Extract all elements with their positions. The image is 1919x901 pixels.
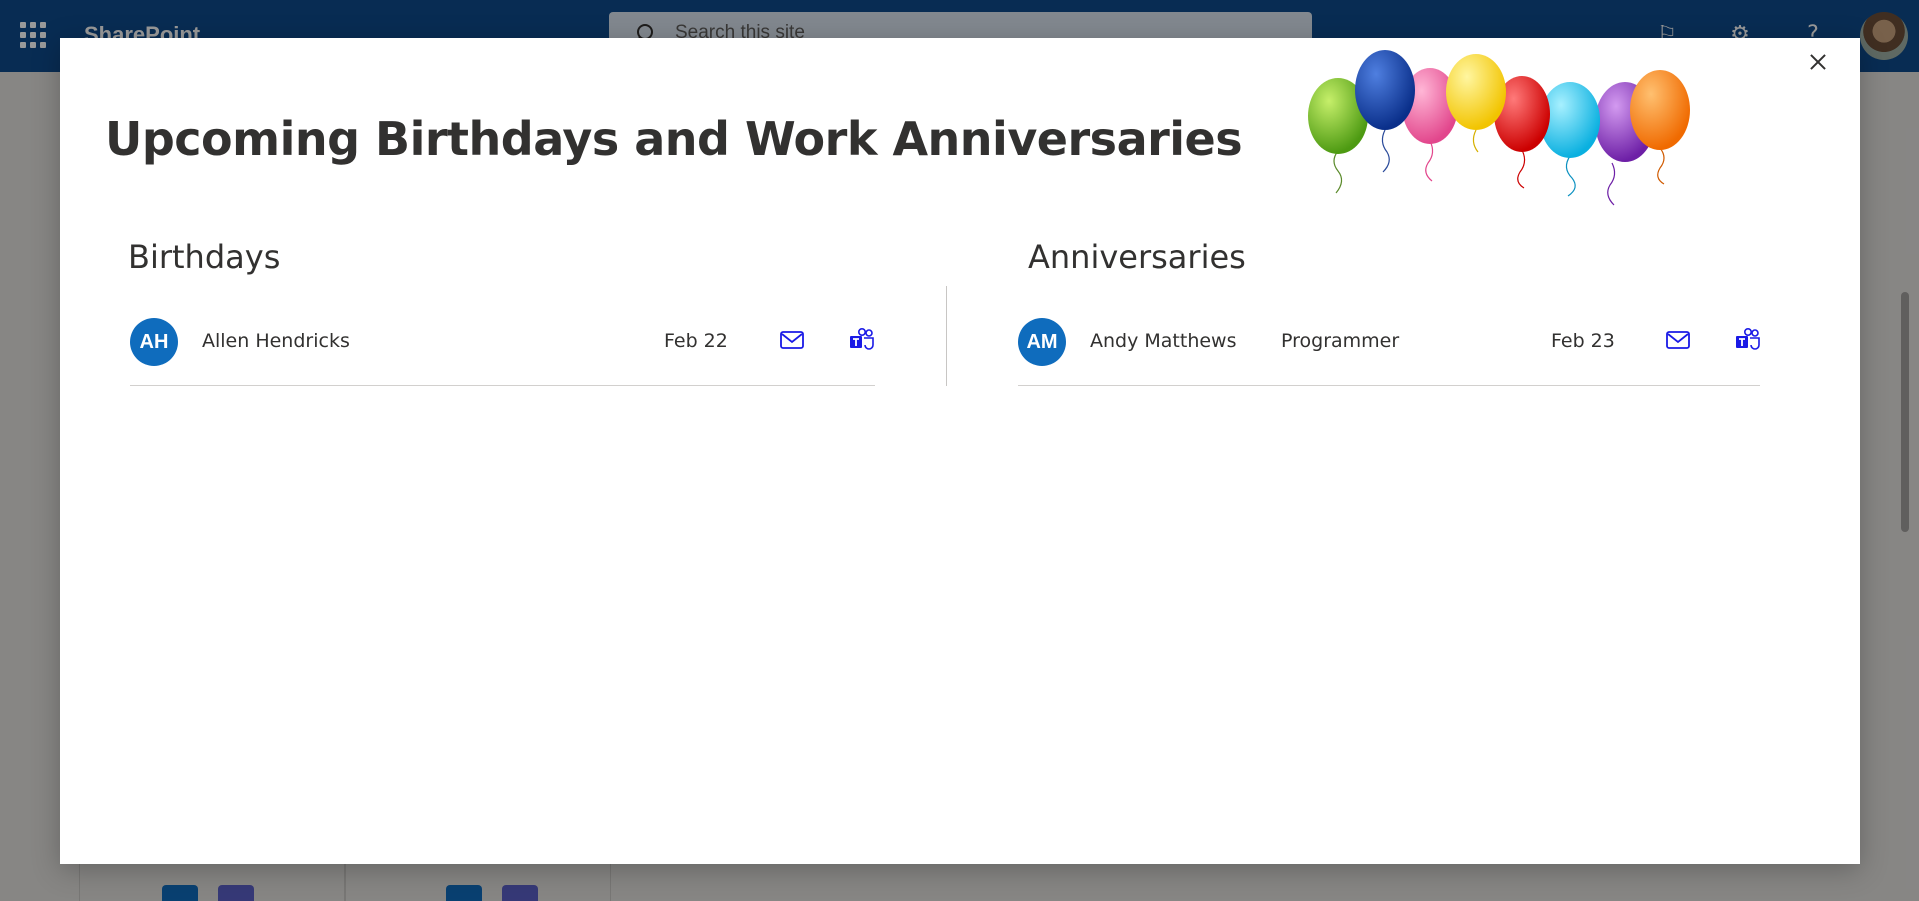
birthday-row: AH Allen Hendricks Feb 22 [130, 286, 875, 386]
teams-icon[interactable] [848, 328, 876, 352]
balloons-image [1308, 50, 1690, 206]
person-name: Allen Hendricks [202, 330, 350, 352]
anniversary-row: AM Andy Matthews Programmer Feb 23 [1018, 286, 1760, 386]
mail-icon[interactable] [778, 328, 806, 352]
avatar: AH [130, 318, 178, 366]
teams-icon[interactable] [1734, 328, 1762, 352]
anniversaries-heading: Anniversaries [1028, 238, 1246, 276]
job-title: Programmer [1281, 330, 1400, 352]
birthdays-anniversaries-dialog: Upcoming Birthdays and Work Anniversarie… [60, 38, 1860, 864]
section-divider [946, 286, 947, 386]
row-separator [130, 385, 875, 386]
person-name: Andy Matthews [1090, 330, 1237, 352]
close-icon[interactable] [1803, 47, 1833, 77]
birthday-date: Feb 22 [664, 330, 728, 352]
mail-icon[interactable] [1664, 328, 1692, 352]
dialog-title: Upcoming Birthdays and Work Anniversarie… [105, 112, 1243, 166]
avatar: AM [1018, 318, 1066, 366]
anniversary-date: Feb 23 [1551, 330, 1615, 352]
row-separator [1018, 385, 1760, 386]
birthdays-heading: Birthdays [128, 238, 281, 276]
